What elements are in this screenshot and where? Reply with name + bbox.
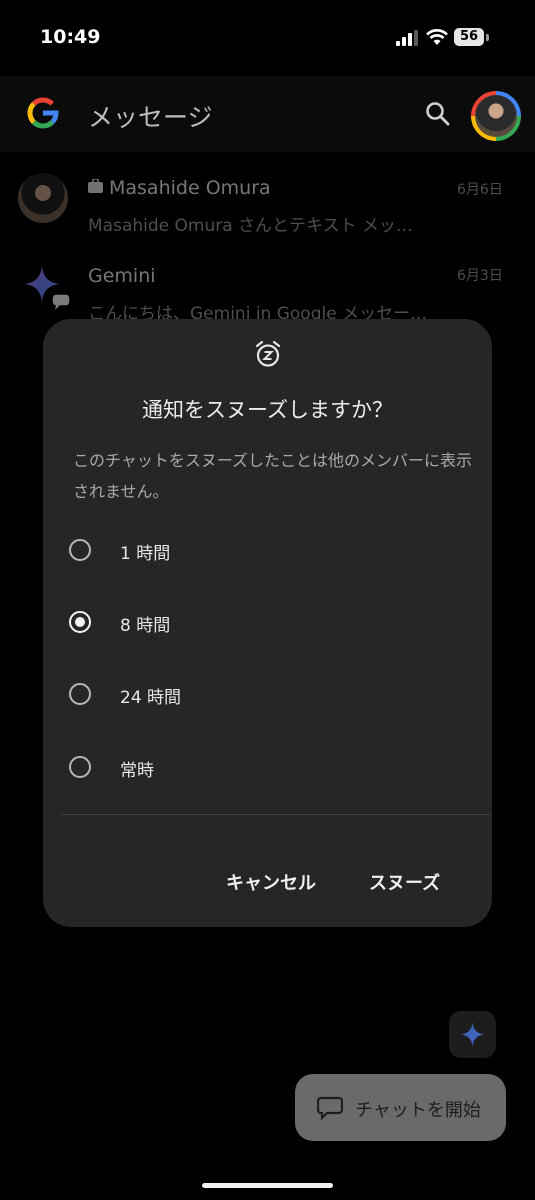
page-title: メッセージ xyxy=(88,103,213,132)
option-label: 1 時間 xyxy=(120,544,171,564)
home-indicator[interactable] xyxy=(202,1183,333,1188)
option-label: 常時 xyxy=(120,761,154,781)
snooze-alarm-icon xyxy=(255,340,281,367)
gemini-icon xyxy=(460,1022,485,1047)
gemini-fab[interactable] xyxy=(449,1011,496,1058)
start-chat-label: チャットを開始 xyxy=(355,1100,481,1121)
snooze-option-always[interactable]: 常時 xyxy=(67,744,467,794)
cellular-signal-icon xyxy=(396,30,418,46)
radio-button[interactable] xyxy=(69,539,91,561)
start-chat-button[interactable]: チャットを開始 xyxy=(295,1074,506,1141)
option-label: 8 時間 xyxy=(120,616,171,636)
dialog-title: 通知をスヌーズしますか？ xyxy=(142,398,393,422)
cancel-button[interactable]: キャンセル xyxy=(226,869,316,895)
google-g-icon xyxy=(27,97,59,129)
radio-button[interactable] xyxy=(69,683,91,705)
battery-icon: 56 xyxy=(454,28,484,46)
wifi-icon xyxy=(426,29,448,45)
snooze-button[interactable]: スヌーズ xyxy=(369,869,440,895)
radio-button[interactable] xyxy=(69,756,91,778)
radio-button-selected[interactable] xyxy=(69,611,91,633)
snooze-option-24h[interactable]: 24 時間 xyxy=(67,671,467,721)
app-bar xyxy=(0,76,535,152)
snooze-option-1h[interactable]: 1 時間 xyxy=(67,527,467,577)
status-time: 10:49 xyxy=(40,26,101,48)
dialog-divider xyxy=(61,814,492,815)
battery-tip xyxy=(486,34,489,41)
chat-bubble-outline-icon xyxy=(317,1096,343,1120)
dialog-message: このチャットをスヌーズしたことは他のメンバーに表示されません。 xyxy=(73,451,473,501)
snooze-dialog: 通知をスヌーズしますか？ このチャットをスヌーズしたことは他のメンバーに表示され… xyxy=(43,319,492,927)
account-avatar[interactable] xyxy=(471,91,521,141)
option-label: 24 時間 xyxy=(120,688,182,708)
snooze-option-8h[interactable]: 8 時間 xyxy=(67,599,467,649)
search-icon[interactable] xyxy=(424,100,452,128)
